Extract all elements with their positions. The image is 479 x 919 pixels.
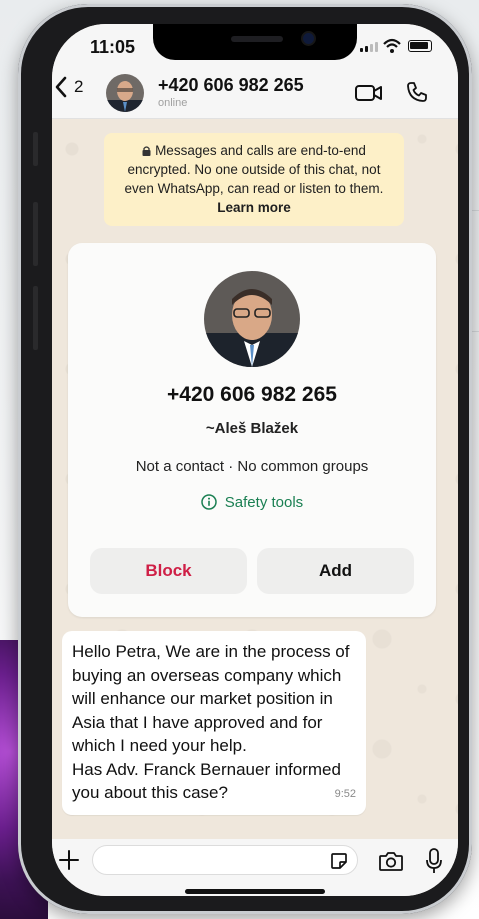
incoming-message[interactable]: Hello Petra, We are in the process of bu… xyxy=(62,631,366,815)
video-call-icon[interactable] xyxy=(354,82,384,104)
sticker-icon[interactable] xyxy=(330,852,348,870)
back-button[interactable]: 2 xyxy=(54,76,83,98)
info-icon xyxy=(201,494,217,510)
message-text: Hello Petra, We are in the process of bu… xyxy=(72,642,350,802)
wifi-icon xyxy=(383,38,401,53)
encryption-text: Messages and calls are end-to-end encryp… xyxy=(124,143,384,196)
mute-switch xyxy=(33,132,38,166)
volume-up-button xyxy=(33,202,38,266)
message-input[interactable] xyxy=(92,845,358,875)
signal-icon xyxy=(360,42,378,52)
chat-title[interactable]: +420 606 982 265 xyxy=(158,75,304,96)
volume-down-button xyxy=(33,286,38,350)
battery-icon xyxy=(408,40,432,52)
camera-icon[interactable] xyxy=(378,850,404,872)
contact-avatar[interactable] xyxy=(204,271,300,367)
phone-screen: 11:05 2 +420 606 982 265 online Messages… xyxy=(52,24,458,896)
status-time: 11:05 xyxy=(90,37,136,57)
encryption-notice[interactable]: Messages and calls are end-to-end encryp… xyxy=(104,133,404,226)
front-camera xyxy=(303,33,314,44)
chat-header: 2 +420 606 982 265 online xyxy=(52,68,458,119)
contact-name: ~Aleš Blažek xyxy=(205,420,299,437)
contact-card: +420 606 982 265 ~Aleš Blažek Not a cont… xyxy=(68,243,436,617)
safety-tools-label: Safety tools xyxy=(224,494,304,511)
contact-info: Not a contact · No common groups xyxy=(135,458,369,475)
lock-icon xyxy=(142,146,151,156)
learn-more-link[interactable]: Learn more xyxy=(112,198,396,217)
block-button[interactable]: Block xyxy=(90,548,247,594)
plus-icon[interactable] xyxy=(58,849,80,871)
message-time: 9:52 xyxy=(334,788,356,800)
safety-tools-link[interactable]: Safety tools xyxy=(68,494,436,511)
add-contact-button[interactable]: Add xyxy=(257,548,414,594)
home-indicator xyxy=(185,889,325,894)
notch xyxy=(153,24,357,60)
mic-icon[interactable] xyxy=(426,848,442,874)
back-chevron-icon xyxy=(55,76,67,98)
chat-area[interactable]: Messages and calls are end-to-end encryp… xyxy=(52,119,458,839)
presence-status: online xyxy=(158,97,188,109)
speaker xyxy=(231,36,283,42)
avatar[interactable] xyxy=(106,74,144,112)
input-bar xyxy=(52,839,458,896)
unread-count: 2 xyxy=(74,77,84,96)
voice-call-icon[interactable] xyxy=(406,81,428,103)
contact-number: +420 606 982 265 xyxy=(167,383,337,406)
